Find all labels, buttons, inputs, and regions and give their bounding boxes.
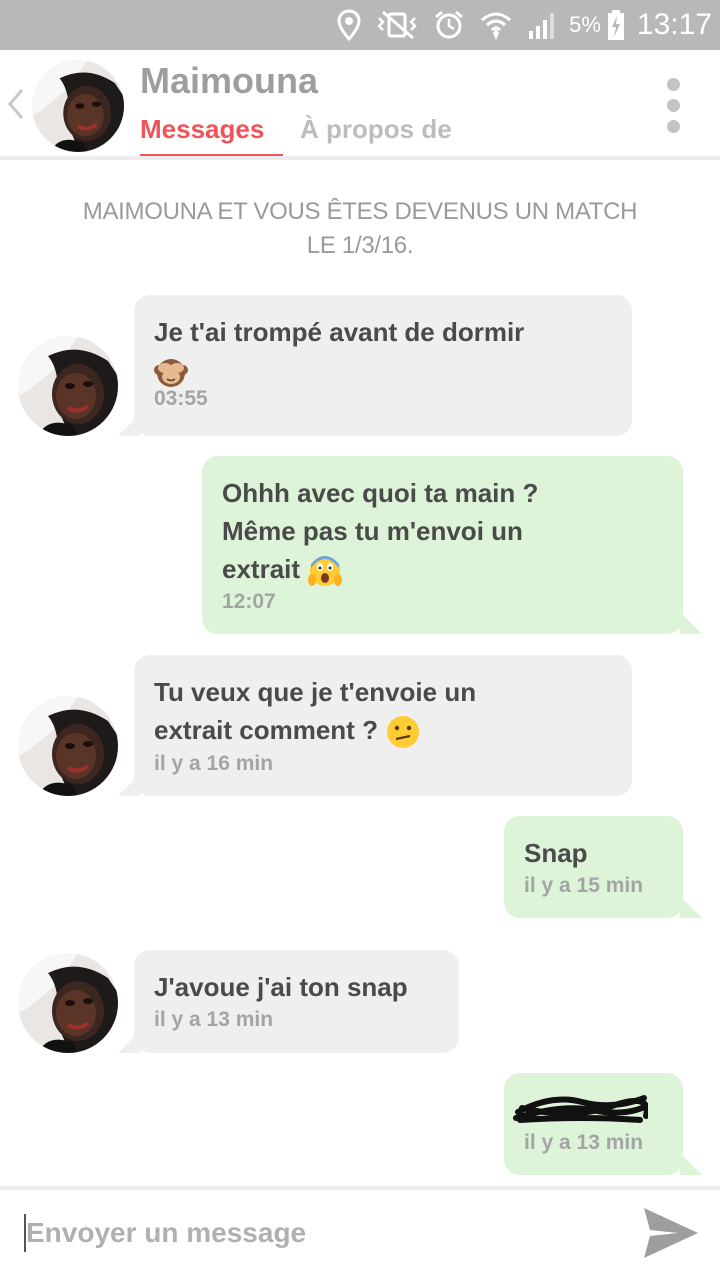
bubble-tail [680, 896, 702, 918]
clock: 13:17 [636, 8, 712, 41]
match-notice: MAIMOUNA ET VOUS ÊTES DEVENUS UN MATCH L… [40, 195, 680, 263]
screaming-face-emoji [308, 556, 343, 587]
message-time: il y a 15 min [524, 874, 644, 897]
message-text: Tu veux que je t'envoie un [154, 677, 477, 707]
message-text: Ohhh avec quoi ta main ? [222, 478, 539, 508]
message-text: J'avoue j'ai ton snap [154, 972, 408, 1002]
battery-percent: 5% [569, 12, 601, 37]
more-options-icon[interactable] [662, 78, 684, 134]
alarm-icon [433, 9, 465, 41]
conversation-header: Maimouna Messages À propos de [0, 50, 720, 158]
status-bar: 5% 13:17 [0, 0, 720, 50]
avatar[interactable] [32, 60, 124, 152]
tab-messages[interactable]: Messages [140, 114, 264, 145]
location-icon [337, 9, 361, 41]
bubble-tail [680, 1153, 702, 1175]
message-bubble-incoming[interactable]: J'avoue j'ai ton snap il y a 13 min [134, 950, 459, 1053]
avatar[interactable] [18, 953, 118, 1053]
message-time: 12:07 [222, 590, 276, 614]
message-text: extrait [222, 554, 301, 584]
message-bubble-outgoing[interactable]: Ohhh avec quoi ta main ? Même pas tu m'e… [202, 456, 683, 634]
message-composer [0, 1190, 720, 1280]
message-text: Je t'ai trompé avant de dormir [154, 317, 525, 347]
send-icon[interactable] [640, 1204, 702, 1262]
back-icon[interactable] [4, 86, 26, 122]
tab-about[interactable]: À propos de [300, 114, 452, 145]
battery-charging-icon [607, 10, 625, 40]
message-time: 03:55 [154, 387, 208, 410]
match-notice-date: LE 1/3/16. [306, 232, 414, 259]
message-bubble-outgoing[interactable]: Snap il y a 15 min [504, 816, 683, 918]
signal-icon [527, 9, 559, 41]
message-input[interactable] [26, 1212, 606, 1254]
match-name: Maimouna [140, 60, 319, 101]
message-bubble-incoming[interactable]: Tu veux que je t'envoie un extrait comme… [134, 655, 632, 796]
message-text: extrait comment ? [154, 715, 378, 745]
divider [0, 156, 720, 160]
message-text: Même pas tu m'envoi un [222, 516, 523, 546]
message-time: il y a 16 min [154, 752, 274, 776]
message-bubble-incoming[interactable]: Je t'ai trompé avant de dormir 03:55 [134, 295, 632, 436]
see-no-evil-monkey-emoji [154, 359, 188, 388]
match-notice-line: MAIMOUNA ET VOUS ÊTES DEVENUS UN MATCH [82, 198, 638, 225]
message-time: il y a 13 min [524, 1131, 644, 1154]
redaction-scribble [513, 1095, 648, 1123]
avatar[interactable] [18, 696, 118, 796]
bubble-tail [680, 612, 702, 634]
message-time: il y a 13 min [154, 1008, 274, 1031]
avatar[interactable] [18, 336, 118, 436]
wifi-icon [479, 9, 513, 41]
confused-face-emoji [387, 716, 420, 749]
vibrate-mute-icon [375, 10, 419, 40]
message-text: Snap [524, 838, 588, 868]
